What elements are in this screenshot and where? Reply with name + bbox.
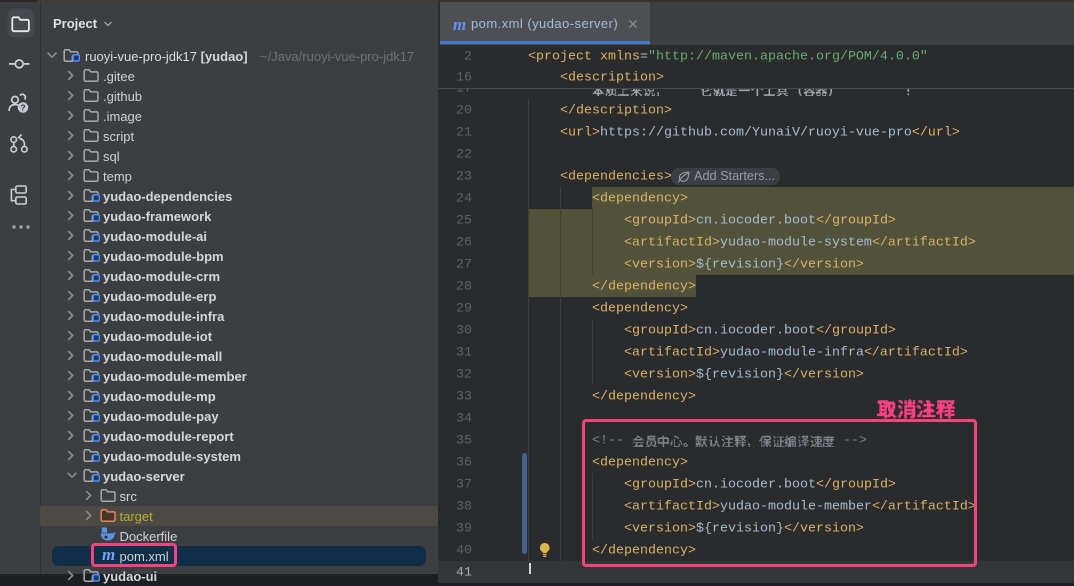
svg-text:?: ?: [20, 103, 25, 113]
